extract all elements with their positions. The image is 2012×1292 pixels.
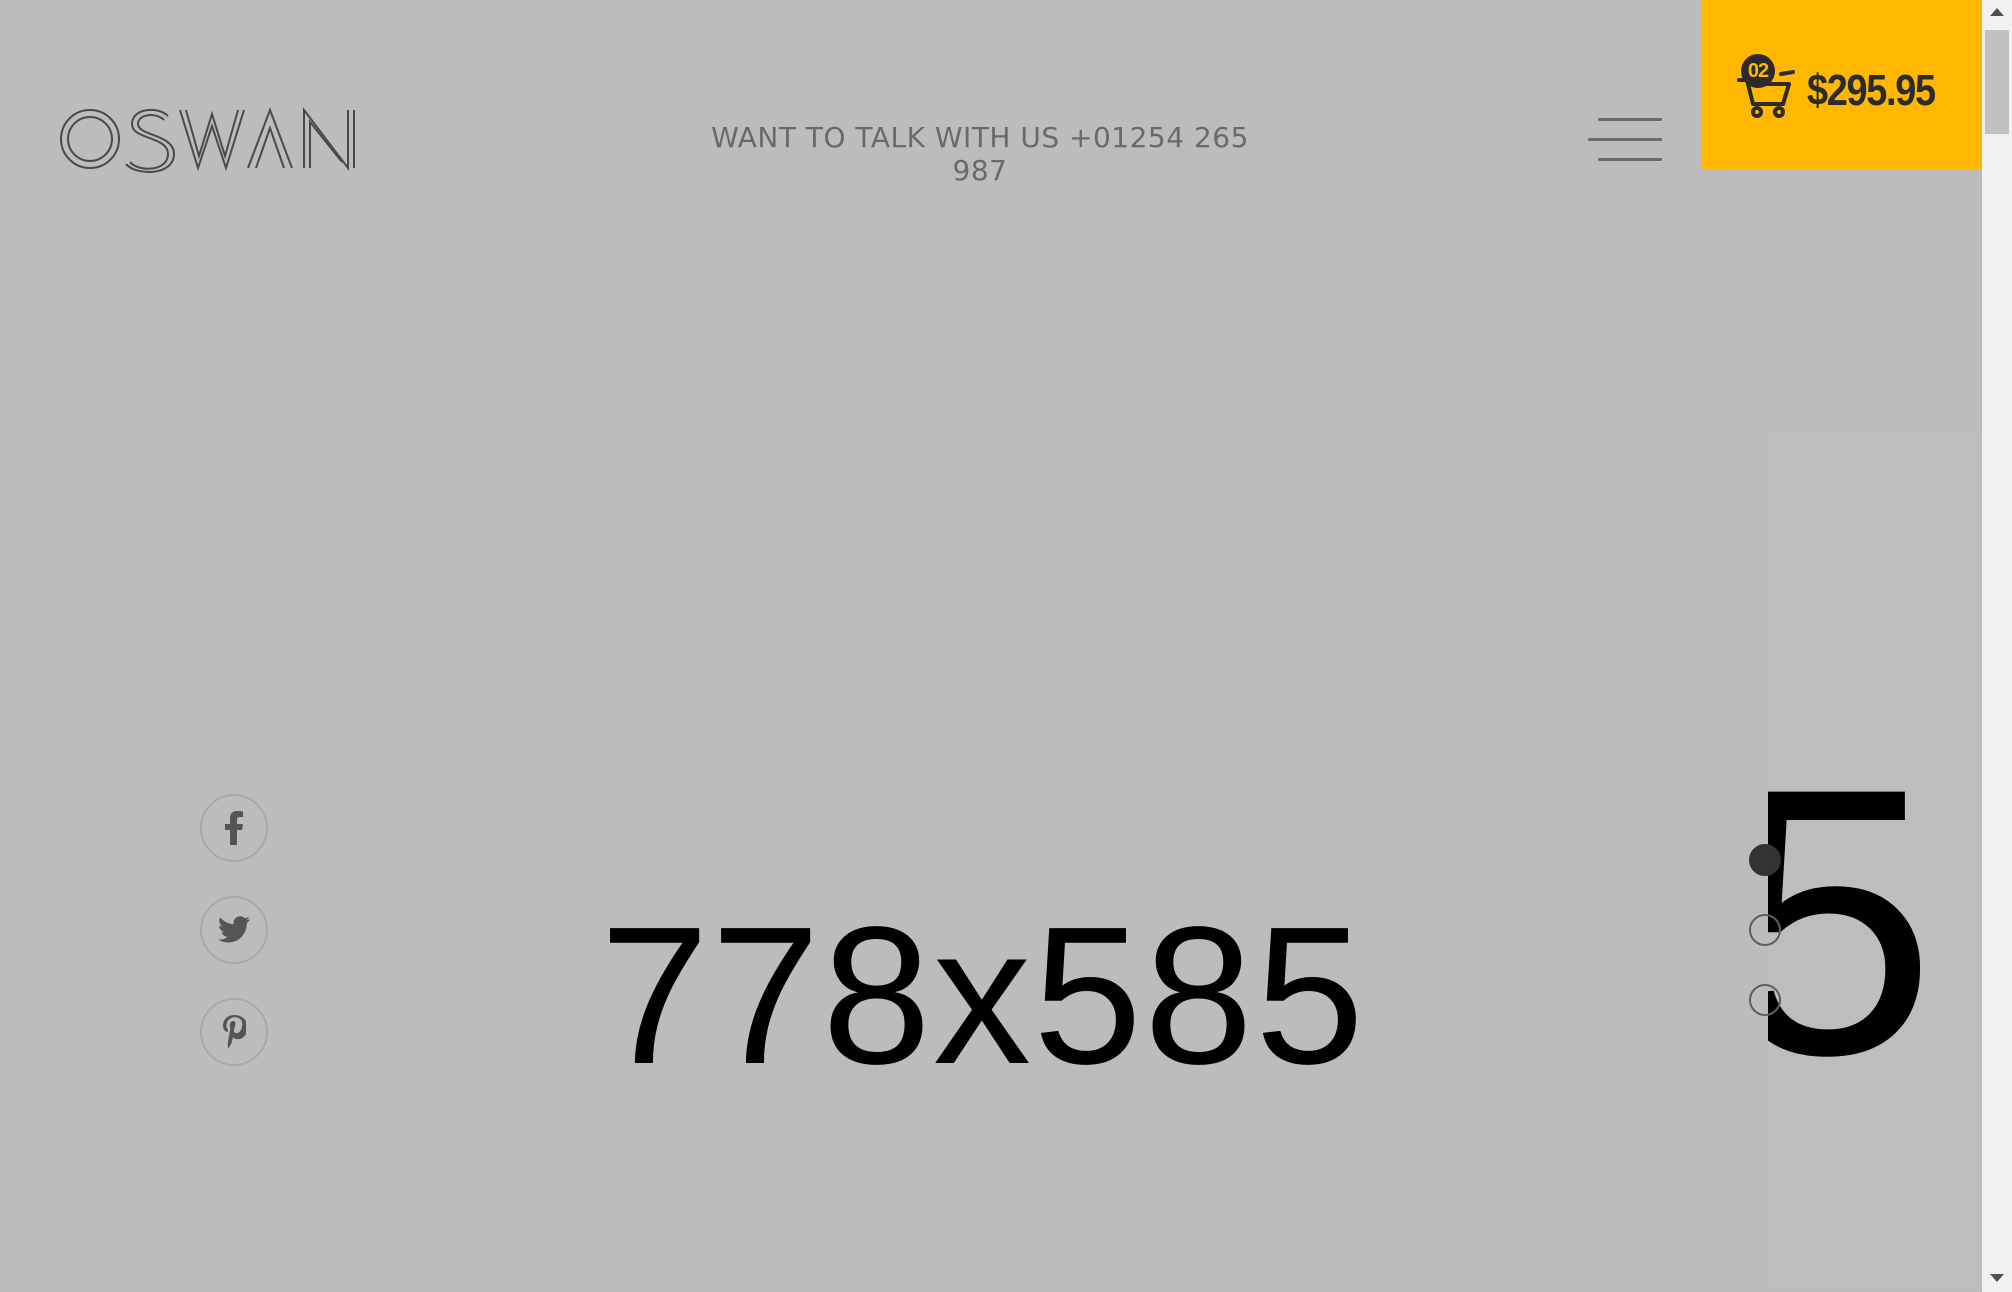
slider-dot-3[interactable]	[1749, 984, 1781, 1016]
site-logo[interactable]	[60, 104, 356, 174]
twitter-icon	[218, 916, 250, 943]
hamburger-line	[1588, 138, 1662, 141]
page: WANT TO TALK WITH US +01254 265 987 02 $…	[0, 0, 1982, 1292]
vertical-scrollbar[interactable]	[1982, 0, 2012, 1292]
slider-dot-1[interactable]	[1749, 844, 1781, 876]
cart-count-badge: 02	[1741, 54, 1775, 88]
hamburger-line	[1598, 118, 1662, 121]
pinterest-link[interactable]	[200, 998, 268, 1066]
cart-button[interactable]: 02 $295.95	[1701, 0, 1982, 169]
cart-total: $295.95	[1807, 66, 1936, 115]
facebook-link[interactable]	[200, 794, 268, 862]
logo-graphic	[60, 107, 355, 174]
hamburger-line	[1598, 158, 1662, 161]
scroll-down-arrow[interactable]	[1990, 1274, 2004, 1282]
pinterest-icon	[223, 1015, 246, 1049]
slide-image-placeholder: 778x585	[600, 886, 1367, 1105]
slider-dot-2[interactable]	[1749, 914, 1781, 946]
contact-phone-text: WANT TO TALK WITH US +01254 265 987	[711, 121, 1249, 187]
scrollbar-thumb[interactable]	[1985, 30, 2009, 134]
scroll-up-arrow[interactable]	[1990, 8, 2004, 16]
next-slide-preview: 778x585	[1768, 430, 1982, 1290]
facebook-icon	[225, 811, 243, 845]
hamburger-menu-button[interactable]	[1588, 116, 1662, 164]
twitter-link[interactable]	[200, 896, 268, 964]
next-slide-placeholder: 778x585	[1768, 709, 1937, 1134]
